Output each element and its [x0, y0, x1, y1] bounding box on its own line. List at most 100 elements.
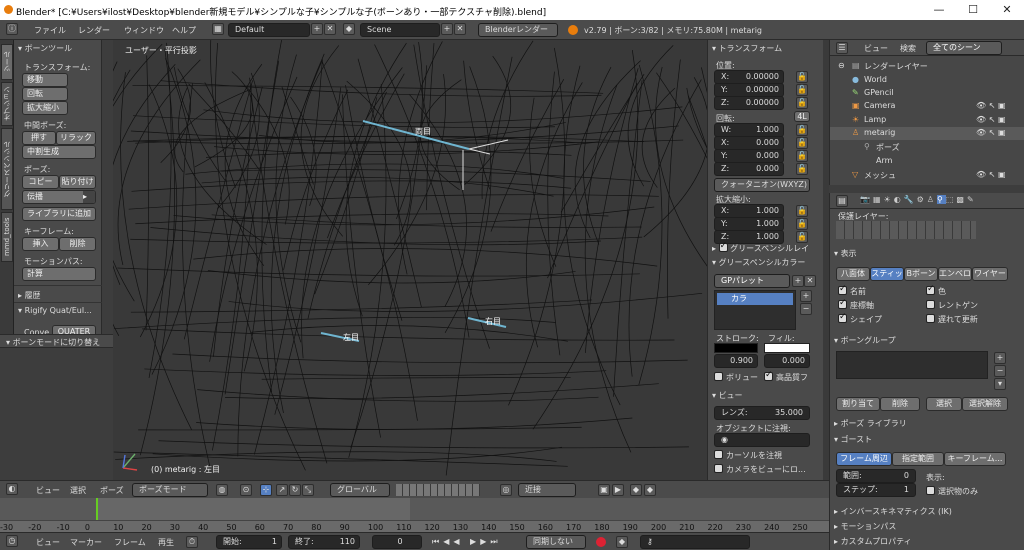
pivot-icon[interactable]: ⊙: [240, 484, 252, 496]
orientation-select[interactable]: グローバル: [330, 483, 390, 497]
tab-octahedral[interactable]: 八面体: [836, 267, 870, 281]
rigify-header[interactable]: ▾ Rigify Quat/Eul...: [18, 306, 92, 315]
shading-icon[interactable]: ◍: [216, 484, 228, 496]
add-library-button[interactable]: ライブラリに追加: [22, 207, 96, 221]
outliner-editor-icon[interactable]: ☰: [836, 42, 848, 54]
remove-button[interactable]: 削除: [880, 397, 920, 411]
scale-manip-icon[interactable]: ⤡: [302, 484, 314, 496]
pose-menu[interactable]: ポーズ: [100, 485, 124, 496]
rot-x-field[interactable]: X: 0.000: [714, 136, 784, 150]
proportional-icon[interactable]: ◎: [500, 484, 512, 496]
step-field[interactable]: ステップ: 1: [836, 483, 916, 497]
insert-key-button[interactable]: 挿入: [22, 237, 59, 251]
transform-header[interactable]: ▾ トランスフォーム: [712, 43, 782, 54]
frame-menu[interactable]: フレーム: [114, 537, 146, 548]
display-header[interactable]: ▾ 表示: [834, 248, 857, 259]
ghost-header[interactable]: ▾ ゴースト: [834, 434, 872, 445]
3d-view-editor-icon[interactable]: ◐: [6, 483, 18, 495]
rot-w-field[interactable]: W: 1.000: [714, 123, 784, 137]
close-button[interactable]: ✕: [990, 0, 1024, 20]
ghost-tab-keyframes[interactable]: キーフレーム...: [944, 452, 1006, 466]
outliner-search-menu[interactable]: 検索: [900, 43, 916, 54]
propagate-button[interactable]: 伝播 ▸: [22, 190, 96, 204]
stroke-color-swatch[interactable]: [714, 343, 758, 353]
view-panel-header[interactable]: ▾ ビュー: [712, 390, 743, 401]
outliner-row[interactable]: ☀ Lamp 👁 ↖ ▣: [830, 114, 1024, 127]
remove-group-icon[interactable]: −: [994, 365, 1006, 377]
playback-menu[interactable]: 再生: [158, 537, 174, 548]
outliner-row[interactable]: ⊖ ▤ レンダーレイヤー: [830, 60, 1024, 73]
add-layout-icon[interactable]: +: [311, 23, 323, 35]
ghost-tab-around[interactable]: フレーム周辺: [836, 452, 892, 466]
remove-scene-icon[interactable]: ✕: [454, 23, 466, 35]
relax-button[interactable]: リラック: [56, 131, 96, 145]
render-engine-select[interactable]: Blenderレンダー: [478, 23, 558, 37]
bone-tools-header[interactable]: ▾ ボーンツール: [18, 43, 72, 54]
preview-range-icon[interactable]: ⏱: [186, 536, 198, 548]
current-frame-indicator[interactable]: [96, 498, 98, 522]
scl-y-field[interactable]: Y: 1.000: [714, 217, 784, 231]
opengl-render-icon[interactable]: ▶: [612, 484, 624, 496]
ik-header[interactable]: ▸ インバースキネマティクス (IK): [834, 506, 952, 517]
select-menu[interactable]: 選択: [70, 485, 86, 496]
lock-cursor-checkbox[interactable]: [714, 450, 723, 459]
deselect-button[interactable]: 選択解除: [962, 397, 1008, 411]
outliner-row[interactable]: ● World: [830, 74, 1024, 87]
bone-groups-list[interactable]: [836, 351, 988, 379]
push-button[interactable]: 押す: [22, 131, 56, 145]
lock-icon[interactable]: 🔓: [796, 97, 808, 109]
manipulator-icon[interactable]: ⊹: [260, 484, 272, 496]
lock-camera-checkbox[interactable]: [714, 464, 723, 473]
timeline-editor-icon[interactable]: ◷: [6, 535, 18, 547]
timeline-area[interactable]: -30 -20 -10 0 10 20 30 40 50 60 70 80 90 100 110 120 130…: [0, 498, 829, 532]
info-editor-icon[interactable]: ⓘ: [6, 23, 18, 35]
outliner-row[interactable]: ♙ metarig 👁 ↖ ▣: [830, 127, 1024, 140]
keying-set-field[interactable]: ⚷: [640, 535, 750, 549]
select-button[interactable]: 選択: [926, 397, 962, 411]
outliner-view-menu[interactable]: ビュー: [864, 43, 888, 54]
end-frame-field[interactable]: 終了: 110: [288, 535, 360, 549]
xray-checkbox[interactable]: [926, 300, 935, 309]
calculate-button[interactable]: 計算: [22, 267, 96, 281]
render-preview-icon[interactable]: ▣: [598, 484, 610, 496]
remove-color-icon[interactable]: −: [800, 303, 812, 315]
lock-icon[interactable]: 🔓: [796, 205, 808, 217]
outliner-row[interactable]: ✎ GPencil: [830, 87, 1024, 100]
layer-icon[interactable]: ◆: [630, 484, 642, 496]
history-header[interactable]: ▸ 履歴: [18, 290, 41, 301]
pose-library-header[interactable]: ▸ ポーズ ライブラリ: [834, 418, 907, 429]
menu-down-icon[interactable]: ▾: [994, 378, 1006, 390]
snap-select[interactable]: 近接: [518, 483, 576, 497]
axes-checkbox[interactable]: [838, 298, 847, 309]
lock-icon[interactable]: 🔓: [796, 71, 808, 83]
tab-wire[interactable]: ワイヤー: [972, 267, 1008, 281]
tab-bbone[interactable]: Bボーン: [904, 267, 938, 281]
view-menu[interactable]: ビュー: [36, 485, 60, 496]
keying-set-icon[interactable]: ◆: [616, 536, 628, 548]
loc-y-field[interactable]: Y: 0.00000: [714, 83, 784, 97]
outliner-row[interactable]: ▽ メッシュ 👁 ↖ ▣: [830, 169, 1024, 182]
record-icon[interactable]: [596, 537, 606, 547]
copy-pose-button[interactable]: コピー: [22, 175, 59, 189]
name-checkbox[interactable]: [838, 284, 847, 295]
volume-checkbox[interactable]: [714, 372, 723, 381]
range-field[interactable]: 範囲: 0: [836, 469, 916, 483]
layout-field[interactable]: Default: [228, 23, 310, 37]
tab-mmd-tools[interactable]: mmd_tools: [1, 212, 13, 262]
rot-y-field[interactable]: Y: 0.000: [714, 149, 784, 163]
move-button[interactable]: 移動: [22, 73, 68, 87]
paste-pose-button[interactable]: 貼り付け: [59, 175, 96, 189]
lock-icon[interactable]: 🔓: [796, 84, 808, 96]
layer-buttons[interactable]: [396, 484, 480, 496]
layout-icon[interactable]: ▦: [212, 23, 224, 35]
fill-color-swatch[interactable]: [764, 343, 810, 353]
maximize-button[interactable]: ☐: [956, 0, 990, 20]
menu-render[interactable]: レンダー: [78, 25, 110, 36]
playback-controls[interactable]: ⏮◀◀ ▶▶⏭: [432, 537, 522, 547]
fill-opacity-field[interactable]: 0.000: [764, 354, 810, 368]
breakdown-button[interactable]: 中割生成: [22, 145, 96, 159]
sync-select[interactable]: 同期しない: [526, 535, 586, 549]
3d-viewport[interactable]: ユーザー・平行投影 両目 左目 右目 (0) metarig : 左目: [113, 40, 707, 480]
tab-grease-pencil[interactable]: グリースペンシル: [1, 128, 13, 210]
menu-file[interactable]: ファイル: [34, 25, 66, 36]
